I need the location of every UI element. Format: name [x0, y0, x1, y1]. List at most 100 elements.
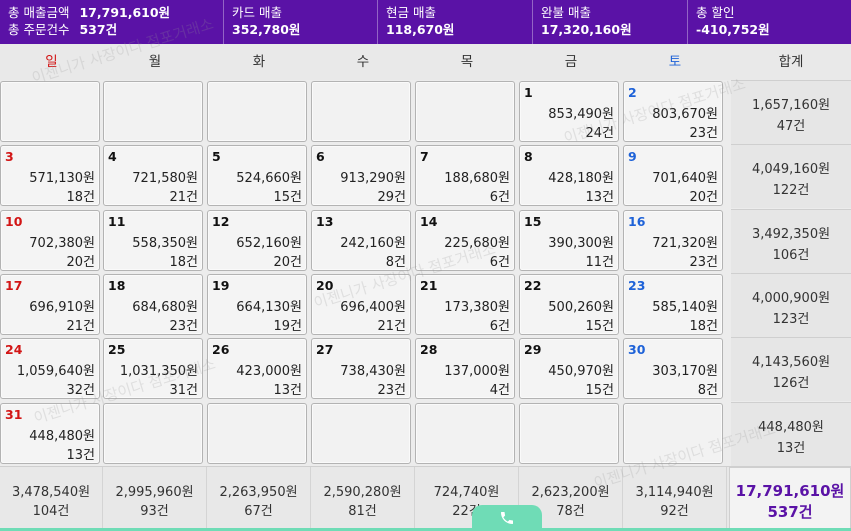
- day-cell[interactable]: 29 450,970원 15건: [519, 338, 619, 399]
- day-cell[interactable]: 14 225,680원 6건: [415, 210, 515, 271]
- weekday-total-count: 81건: [348, 504, 377, 519]
- weekday-total-count: 67건: [244, 504, 273, 519]
- week-sum-amount: 3,492,350원: [751, 227, 831, 242]
- week-sum-amount: 1,657,160원: [751, 98, 831, 113]
- day-cell[interactable]: 22 500,260원 15건: [519, 274, 619, 335]
- card-sales-label: 카드 매출: [232, 5, 282, 20]
- day-count: 13건: [66, 448, 95, 463]
- weekday-total-count: 104건: [32, 504, 70, 519]
- weekday-total-amount: 724,740원: [433, 485, 500, 500]
- day-cell[interactable]: 26 423,000원 13건: [207, 338, 307, 399]
- total-sales-label: 총 매출금액: [8, 5, 70, 20]
- day-amount: 1,031,350원: [119, 364, 198, 379]
- day-cell[interactable]: 4 721,580원 21건: [103, 145, 203, 206]
- cash-sales-label: 현금 매출: [386, 5, 436, 20]
- week-sum-count: 47건: [776, 119, 806, 134]
- summary-card: 카드 매출 352,780원: [224, 0, 378, 44]
- day-cell[interactable]: 9 701,640원 20건: [623, 145, 723, 206]
- day-cell[interactable]: 1 853,490원 24건: [519, 81, 619, 142]
- day-cell[interactable]: 11 558,350원 18건: [103, 210, 203, 271]
- day-cell[interactable]: 10 702,380원 20건: [0, 210, 100, 271]
- day-number: 26: [212, 342, 230, 357]
- weekday-total-amount: 2,263,950원: [219, 485, 298, 500]
- week-sum: 3,492,350원 106건: [731, 209, 851, 273]
- empty-day-cell[interactable]: [519, 403, 619, 464]
- day-amount: 696,910원: [29, 300, 95, 315]
- day-count: 20건: [273, 255, 302, 270]
- day-cell[interactable]: 28 137,000원 4건: [415, 338, 515, 399]
- total-orders-value: 537건: [79, 22, 118, 37]
- weekday-total-count: 92건: [660, 504, 689, 519]
- day-cell[interactable]: 2 803,670원 23건: [623, 81, 723, 142]
- week-sum: 4,049,160원 122건: [731, 144, 851, 208]
- day-count: 29건: [377, 190, 406, 205]
- day-amount: 225,680원: [444, 236, 510, 251]
- day-cell[interactable]: 25 1,031,350원 31건: [103, 338, 203, 399]
- day-cell[interactable]: 21 173,380원 6건: [415, 274, 515, 335]
- day-cell[interactable]: 17 696,910원 21건: [0, 274, 100, 335]
- day-number: 28: [420, 342, 438, 357]
- day-cell[interactable]: 27 738,430원 23건: [311, 338, 411, 399]
- empty-day-cell[interactable]: [0, 81, 100, 142]
- day-cell[interactable]: 30 303,170원 8건: [623, 338, 723, 399]
- day-cell[interactable]: 8 428,180원 13건: [519, 145, 619, 206]
- day-cell[interactable]: 3 571,130원 18건: [0, 145, 100, 206]
- week-sum-amount: 4,143,560원: [751, 355, 831, 370]
- weekday-total-amount: 3,478,540원: [11, 485, 91, 500]
- week-sum: 1,657,160원 47건: [731, 80, 851, 144]
- empty-day-cell[interactable]: [207, 81, 307, 142]
- empty-day-cell[interactable]: [415, 81, 515, 142]
- day-count: 21건: [66, 319, 95, 334]
- week-sum: 4,143,560원 126건: [731, 337, 851, 401]
- day-amount: 500,260원: [548, 300, 614, 315]
- day-count: 18건: [169, 255, 198, 270]
- day-cell[interactable]: 19 664,130원 19건: [207, 274, 307, 335]
- weekday-total-mon: 2,995,960원 93건: [103, 467, 207, 531]
- day-cell[interactable]: 12 652,160원 20건: [207, 210, 307, 271]
- empty-day-cell[interactable]: [103, 81, 203, 142]
- day-count: 21건: [377, 319, 406, 334]
- day-cell[interactable]: 13 242,160원 8건: [311, 210, 411, 271]
- weekday-totals-row: 3,478,540원 104건 2,995,960원 93건 2,263,950원 67건…: [0, 466, 851, 531]
- day-cell[interactable]: 31 448,480원 13건: [0, 403, 100, 464]
- day-amount: 701,640원: [652, 171, 718, 186]
- day-count: 23건: [689, 126, 718, 141]
- day-cell[interactable]: 24 1,059,640원 32건: [0, 338, 100, 399]
- day-amount: 696,400원: [340, 300, 406, 315]
- weekday-wed: 수: [356, 54, 370, 70]
- day-cell[interactable]: 7 188,680원 6건: [415, 145, 515, 206]
- discount-value: -410,752원: [696, 22, 770, 37]
- day-amount: 1,059,640원: [16, 364, 95, 379]
- day-cell[interactable]: 18 684,680원 23건: [103, 274, 203, 335]
- week-sum-amount: 4,049,160원: [751, 162, 831, 177]
- weekday-header: 일 월 화 수 목 금 토 합계: [0, 44, 851, 80]
- day-count: 23건: [377, 383, 406, 398]
- weekday-total-sat: 3,114,940원 92건: [623, 467, 727, 531]
- day-cell[interactable]: 15 390,300원 11건: [519, 210, 619, 271]
- weekday-total-tue: 2,263,950원 67건: [207, 467, 311, 531]
- grand-total-amount: 17,791,610원: [735, 482, 845, 500]
- day-count: 6건: [489, 319, 510, 334]
- summary-complete: 완불 매출 17,320,160원: [533, 0, 688, 44]
- empty-day-cell[interactable]: [103, 403, 203, 464]
- day-number: 24: [5, 342, 23, 357]
- day-count: 13건: [585, 190, 614, 205]
- day-number: 3: [5, 149, 14, 164]
- day-cell[interactable]: 23 585,140원 18건: [623, 274, 723, 335]
- empty-day-cell[interactable]: [623, 403, 723, 464]
- day-cell[interactable]: 5 524,660원 15건: [207, 145, 307, 206]
- day-cell[interactable]: 6 913,290원 29건: [311, 145, 411, 206]
- day-cell[interactable]: 16 721,320원 23건: [623, 210, 723, 271]
- phone-icon: [501, 512, 513, 524]
- day-number: 8: [524, 149, 533, 164]
- weekday-total-amount: 2,995,960원: [115, 485, 194, 500]
- day-count: 8건: [697, 383, 718, 398]
- day-cell[interactable]: 20 696,400원 21건: [311, 274, 411, 335]
- empty-day-cell[interactable]: [207, 403, 307, 464]
- empty-day-cell[interactable]: [311, 403, 411, 464]
- empty-day-cell[interactable]: [311, 81, 411, 142]
- day-number: 2: [628, 85, 637, 100]
- weekday-total-count: 93건: [140, 504, 169, 519]
- day-number: 13: [316, 214, 334, 229]
- empty-day-cell[interactable]: [415, 403, 515, 464]
